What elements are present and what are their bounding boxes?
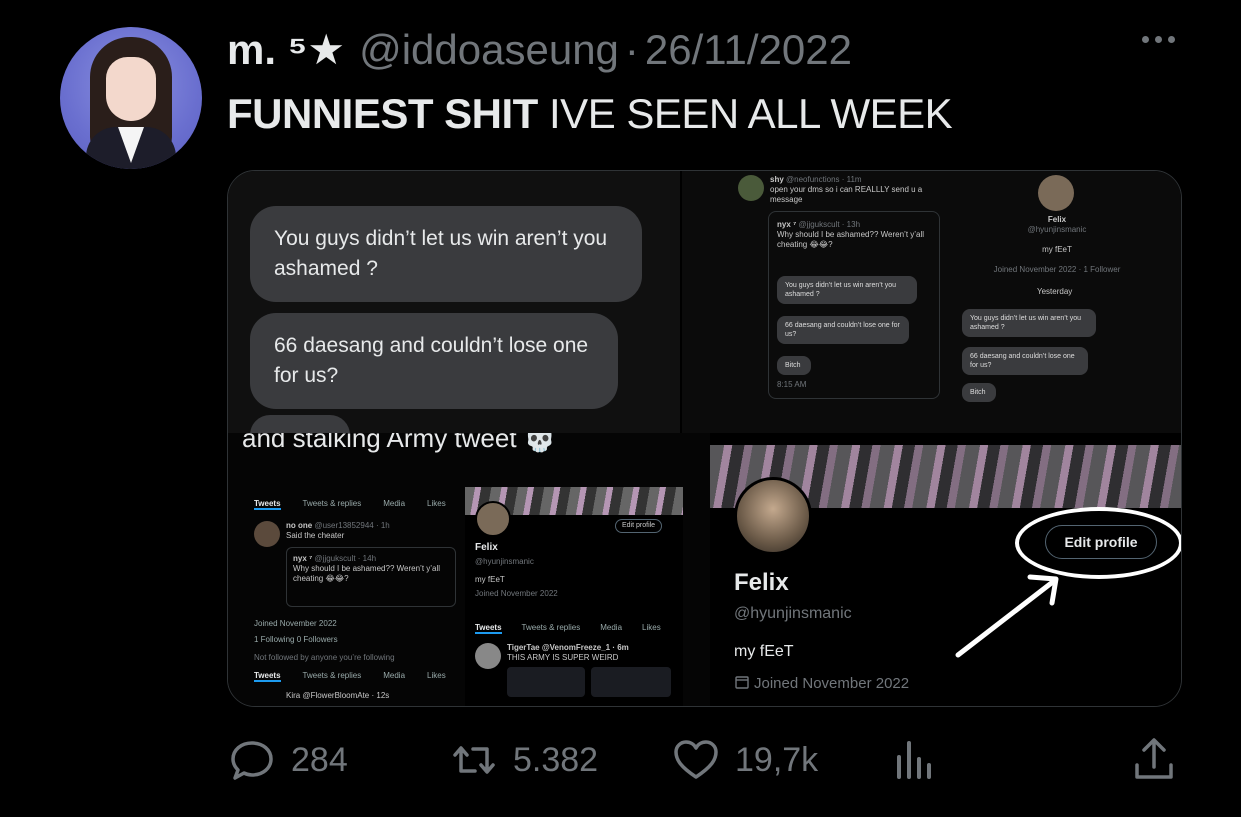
mini-joined: Joined November 2022 xyxy=(254,619,337,628)
retweet-icon xyxy=(453,746,495,774)
mini-edit-button: Edit profile xyxy=(615,519,663,533)
mini-bubble: 66 daesang and couldn’t lose one for us? xyxy=(777,316,909,344)
mini-yesterday: Yesterday xyxy=(1037,287,1073,296)
chat-bubble-partial xyxy=(250,415,350,433)
mini-quote-user: nyx ⁷ xyxy=(777,220,797,229)
profile-joined-text: Joined November 2022 xyxy=(754,675,910,692)
avatar-face xyxy=(106,57,156,121)
mini-image xyxy=(507,667,585,697)
mini-tabs: Tweets Tweets & replies Media Likes xyxy=(254,499,446,510)
like-icon xyxy=(674,740,718,779)
mini-reply-handle: @user13852944 · 1h xyxy=(314,521,390,530)
retweet-action[interactable]: 5.382 xyxy=(449,735,598,785)
author-avatar[interactable] xyxy=(60,27,202,169)
mini-image xyxy=(591,667,671,697)
chat-bubble: You guys didn’t let us win aren’t you as… xyxy=(250,206,642,302)
mini-tiger-text: THIS ARMY IS SUPER WEIRD xyxy=(507,653,619,662)
mini-dm-bubble: You guys didn’t let us win aren’t you as… xyxy=(962,309,1096,337)
mini-profile-card: Edit profile Felix @hyunjinsmanic my fEe… xyxy=(465,487,683,706)
mini-profile-meta: Joined November 2022 · 1 Follower xyxy=(993,265,1121,274)
mini-time: 8:15 AM xyxy=(777,380,807,389)
reply-count: 284 xyxy=(291,740,348,779)
mini-reply-text: open your dms so i can REALLLY send u a … xyxy=(770,185,923,204)
mini-quote-text: Why should I be ashamed?? Weren’t y’all … xyxy=(777,230,925,249)
mini-quote-handle: @jjgukscult · 14h xyxy=(314,554,377,563)
mini-tabs: Tweets Tweets & replies Media Likes xyxy=(254,671,446,682)
mini-profile-avatar xyxy=(1038,175,1074,211)
reply-icon xyxy=(231,741,273,780)
tweet-text-rest: IVE SEEN ALL WEEK xyxy=(537,90,953,137)
mini-profile-name: Felix xyxy=(1047,215,1067,224)
mini-quote-handle: @jjgukscult · 13h xyxy=(798,220,861,229)
mini-quote-card: nyx ⁷ @jjgukscult · 14h Why should I be … xyxy=(286,547,456,607)
mini-reply-user: no one xyxy=(286,521,313,530)
profile-name: Felix xyxy=(734,569,789,596)
mini-avatar xyxy=(738,175,764,201)
calendar-icon xyxy=(735,676,749,689)
media-bottom-left[interactable]: and stalking Army tweet 💀 Tweets Tweets … xyxy=(228,433,710,706)
views-action[interactable] xyxy=(889,735,939,785)
share-action[interactable] xyxy=(1129,735,1179,785)
mini-profile-name: Felix xyxy=(475,542,498,553)
views-icon xyxy=(897,741,931,779)
arrow-icon xyxy=(955,574,1059,658)
reply-action[interactable]: 284 xyxy=(227,735,348,785)
profile-joined: Joined November 2022 xyxy=(734,674,909,692)
like-action[interactable]: 19,7k xyxy=(671,735,818,785)
media-top-right[interactable]: shy @neofunctions · 11m open your dms so… xyxy=(682,171,1181,433)
stalk-caption: and stalking Army tweet 💀 xyxy=(242,433,557,453)
share-icon xyxy=(1135,738,1173,779)
more-icon[interactable] xyxy=(1142,36,1175,43)
tweet-actions: 284 5.382 19,7k xyxy=(227,735,1182,785)
mini-reply-text: Said the cheater xyxy=(286,531,345,540)
felix-avatar xyxy=(734,477,812,555)
tweet-date[interactable]: 26/11/2022 xyxy=(645,26,852,74)
media-top-left[interactable]: You guys didn’t let us win aren’t you as… xyxy=(228,171,680,433)
mini-tiger-user: TigerTae @VenomFreeze_1 · 6m xyxy=(507,643,629,652)
mini-profile-bio: my fEeT xyxy=(475,575,505,584)
like-count: 19,7k xyxy=(735,740,819,779)
mini-dm-bubble: Bitch xyxy=(962,383,996,402)
mini-tabs: Tweets Tweets & replies Media Likes xyxy=(475,623,661,634)
mini-profile-handle: @hyunjinsmanic xyxy=(1027,225,1087,234)
mini-avatar xyxy=(254,521,280,547)
header-separator: · xyxy=(624,26,639,73)
mini-kira: Kira @FlowerBloomAte · 12s xyxy=(286,691,390,700)
chat-bubble: 66 daesang and couldn’t lose one for us? xyxy=(250,313,618,409)
mini-reply-user: shy xyxy=(770,175,784,184)
mini-quote-user: nyx ⁷ xyxy=(293,554,313,563)
mini-bubble: Bitch xyxy=(777,356,811,375)
mini-quote-card: nyx ⁷ @jjgukscult · 13h Why should I be … xyxy=(768,211,940,399)
mini-not-followed: Not followed by anyone you’re following xyxy=(254,653,395,662)
mini-bubble: You guys didn’t let us win aren’t you as… xyxy=(777,276,917,304)
tweet-text: FUNNIEST SHIT IVE SEEN ALL WEEK xyxy=(227,90,953,138)
mini-following: 1 Following 0 Followers xyxy=(254,635,338,644)
mini-profile-joined: Joined November 2022 xyxy=(475,589,558,598)
mini-reply-handle: @neofunctions · 11m xyxy=(786,175,862,184)
author-handle[interactable]: @iddoaseung xyxy=(359,26,619,74)
tweet-text-bold: FUNNIEST SHIT xyxy=(227,90,538,137)
media-bottom-right[interactable]: Edit profile Felix @hyunjinsmanic my fEe… xyxy=(710,445,1181,706)
media-grid[interactable]: You guys didn’t let us win aren’t you as… xyxy=(227,170,1182,707)
mini-profile-bio: my fEeT xyxy=(1042,245,1072,254)
mini-dm-bubble: 66 daesang and couldn’t lose one for us? xyxy=(962,347,1088,375)
profile-bio: my fEeT xyxy=(734,643,794,660)
mini-profile-handle: @hyunjinsmanic xyxy=(475,557,534,566)
tweet-header: m. ⁵★ @iddoaseung · 26/11/2022 xyxy=(227,25,852,75)
profile-handle: @hyunjinsmanic xyxy=(734,605,852,622)
mini-avatar xyxy=(475,643,501,669)
mini-profile-avatar xyxy=(475,501,511,537)
retweet-count: 5.382 xyxy=(513,740,599,779)
display-name[interactable]: m. ⁵★ xyxy=(227,25,345,74)
mini-quote-text: Why should I be ashamed?? Weren’t y’all … xyxy=(293,564,441,583)
